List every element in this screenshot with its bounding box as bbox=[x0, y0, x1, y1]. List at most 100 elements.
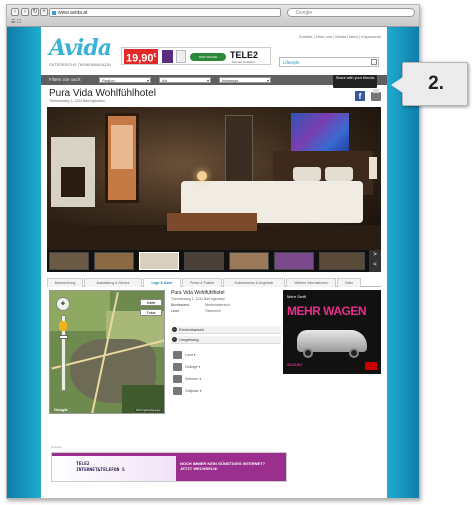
map-type-satellite-button[interactable]: Fotos bbox=[140, 309, 162, 316]
callout-number: 2. bbox=[428, 73, 444, 94]
chevron-down-icon: ▾ bbox=[146, 78, 149, 83]
photo-standing-lamp bbox=[369, 157, 377, 179]
category-select-value: Lifestyle bbox=[283, 60, 300, 65]
street-view-pegman-icon[interactable] bbox=[59, 321, 67, 331]
filter-bar: Filtern Sie nach: Region ▾ Art ▾ Interesse… bbox=[41, 75, 387, 88]
map-pan-icon[interactable]: ✥ bbox=[56, 297, 70, 311]
section-erreichbarkeit[interactable]: › Erreichbarkeit bbox=[171, 326, 281, 334]
photo-lamp bbox=[197, 171, 207, 181]
footer-ad-right-text: NOCH IMMER KEIN GÜNSTIGES INTERNET? JETZ… bbox=[180, 461, 266, 471]
poi-filter[interactable]: Lund ▾ bbox=[171, 350, 196, 360]
expand-icon: › bbox=[172, 337, 177, 342]
browser-window: ‹ › ↻ + www.avida.at Google ☰ ☐ Avida ÖS… bbox=[6, 4, 420, 499]
search-go-icon[interactable]: › bbox=[371, 59, 377, 65]
reload-button[interactable]: ↻ bbox=[31, 8, 39, 16]
banner-phone-image bbox=[176, 50, 186, 63]
site-tagline: ÖSTERREICHS THEMENMAGAZIN bbox=[49, 63, 111, 67]
photo-fireplace bbox=[51, 137, 95, 207]
chevron-right-icon[interactable]: > bbox=[369, 250, 381, 260]
tab-beschreibung[interactable]: Beschreibung bbox=[47, 278, 83, 287]
mountain-icon bbox=[173, 363, 182, 371]
tab-video[interactable]: Video bbox=[337, 278, 361, 287]
print-icon[interactable] bbox=[371, 89, 381, 101]
info-hotel-name: Pura Vida Wohlfühlhotel bbox=[171, 290, 225, 296]
banner-brand-sub: internet & telefon bbox=[232, 60, 255, 64]
browser-search-placeholder: Google bbox=[296, 10, 313, 16]
hotel-title-bar: Pura Vida Wohlfühlhotel Thermenweg 1, 12… bbox=[41, 85, 387, 107]
ad-headline: MEHR WAGEN bbox=[287, 304, 367, 318]
filter-region-dropdown[interactable]: Region ▾ bbox=[99, 77, 151, 83]
map-legal-link[interactable]: Nutzungsbedingungen bbox=[134, 409, 162, 412]
tab-kulinarisches[interactable]: Kulinarisches & Angebote bbox=[223, 278, 285, 287]
thumbnail[interactable] bbox=[49, 252, 89, 270]
golf-icon bbox=[173, 387, 182, 395]
expand-icon: › bbox=[172, 327, 177, 332]
thumbnail-nav[interactable]: > < bbox=[369, 250, 381, 272]
photo-bench bbox=[167, 213, 257, 231]
footer-ad-right: NOCH IMMER KEIN GÜNSTIGES INTERNET? JETZ… bbox=[176, 453, 286, 481]
photo-door-light bbox=[111, 125, 133, 169]
top-links[interactable]: Kontakt | Über uns | Media Daten | Impre… bbox=[299, 34, 381, 39]
header-banner-ad[interactable]: 19,90€ NUR ONLINE TELE2 internet & telef… bbox=[121, 47, 271, 65]
filter-type-dropdown[interactable]: Art ▾ bbox=[159, 77, 211, 83]
info-row: Land: Österreich bbox=[171, 309, 221, 313]
site-header: Avida ÖSTERREICHS THEMENMAGAZIN Kontakt … bbox=[41, 27, 387, 75]
thumbnail[interactable] bbox=[229, 252, 269, 270]
tab-lage-karte[interactable]: Lage & Karte bbox=[143, 278, 181, 287]
ad-label: Anzeige bbox=[51, 445, 62, 449]
photo-pillow bbox=[325, 167, 353, 181]
ad-small-text: Mehr Swift bbox=[287, 294, 306, 299]
annotation-callout: 2. bbox=[391, 62, 468, 106]
poi-filter[interactable]: Sehenw. ▾ bbox=[171, 374, 201, 384]
page-content: Avida ÖSTERREICHS THEMENMAGAZIN Kontakt … bbox=[41, 27, 387, 498]
ad-brand: SUZUKI bbox=[287, 362, 302, 367]
filter-interest-dropdown[interactable]: Interesse ▾ bbox=[219, 77, 271, 83]
footer-banner-ad[interactable]: TELE2 INTERNET&TELEFON S NOCH IMMER KEIN… bbox=[51, 452, 287, 482]
thumbnail[interactable] bbox=[139, 252, 179, 270]
tab-weitere-infos[interactable]: Weitere Informationen bbox=[286, 278, 336, 287]
chevron-left-icon[interactable]: < bbox=[369, 260, 381, 270]
map-zoom-handle[interactable] bbox=[59, 335, 68, 339]
banner-brand: TELE2 bbox=[230, 50, 259, 60]
ad-brand-logo bbox=[365, 362, 377, 370]
facebook-share-icon[interactable]: f bbox=[355, 91, 365, 101]
thumbnail[interactable] bbox=[274, 252, 314, 270]
location-panel: ✥ Karte Fotos Google Nutzungsbedingungen… bbox=[41, 290, 387, 450]
banner-device-image bbox=[162, 50, 173, 63]
footer-ad-left-text: TELE2 INTERNET&TELEFON S bbox=[76, 462, 125, 473]
address-bar[interactable]: www.avida.at bbox=[49, 8, 281, 17]
photo-shelf bbox=[225, 115, 253, 183]
map-type-map-button[interactable]: Karte bbox=[140, 299, 162, 306]
favicon-icon bbox=[52, 11, 56, 15]
poi-filter[interactable]: Geänge ▾ bbox=[171, 362, 200, 372]
tab-preise[interactable]: Preise & Pakete bbox=[182, 278, 222, 287]
poi-filter[interactable]: Golfplatz ▾ bbox=[171, 386, 202, 396]
share-tooltip: Share with your friends bbox=[333, 75, 377, 88]
section-umgebung[interactable]: › Umgebung bbox=[171, 336, 281, 344]
banner-green-badge: NUR ONLINE bbox=[190, 53, 226, 61]
photo-wall-art bbox=[291, 113, 349, 155]
location-map[interactable]: ✥ Karte Fotos Google Nutzungsbedingungen bbox=[49, 290, 165, 414]
category-select[interactable]: Lifestyle › bbox=[279, 57, 379, 67]
detail-tabs: Beschreibung Ausstattung & Service Lage … bbox=[47, 278, 381, 287]
bookmarks-bar[interactable]: ☰ ☐ bbox=[11, 19, 21, 25]
side-car-ad[interactable]: Mehr Swift MEHR WAGEN SUZUKI bbox=[283, 290, 381, 374]
thumbnail[interactable] bbox=[94, 252, 134, 270]
back-button[interactable]: ‹ bbox=[11, 8, 19, 16]
site-logo[interactable]: Avida bbox=[49, 35, 112, 61]
hotel-main-photo[interactable] bbox=[47, 107, 381, 250]
info-address: Thermenweg 1, 1234 Bad Irgendwo bbox=[171, 297, 225, 301]
filter-label: Filtern Sie nach: bbox=[49, 77, 82, 82]
landmark-icon bbox=[173, 375, 182, 383]
add-bookmark-button[interactable]: + bbox=[40, 8, 48, 16]
address-text: www.avida.at bbox=[58, 10, 88, 16]
photo-pillow bbox=[293, 167, 321, 181]
thumbnail[interactable] bbox=[319, 252, 365, 270]
chevron-down-icon: ▾ bbox=[266, 78, 269, 83]
forward-button[interactable]: › bbox=[21, 8, 29, 16]
thumbnail-strip: > < bbox=[47, 250, 381, 272]
thumbnail[interactable] bbox=[184, 252, 224, 270]
hotel-info: Pura Vida Wohlfühlhotel Thermenweg 1, 12… bbox=[171, 290, 281, 313]
tab-ausstattung[interactable]: Ausstattung & Service bbox=[84, 278, 142, 287]
browser-search-field[interactable]: Google bbox=[287, 8, 415, 17]
